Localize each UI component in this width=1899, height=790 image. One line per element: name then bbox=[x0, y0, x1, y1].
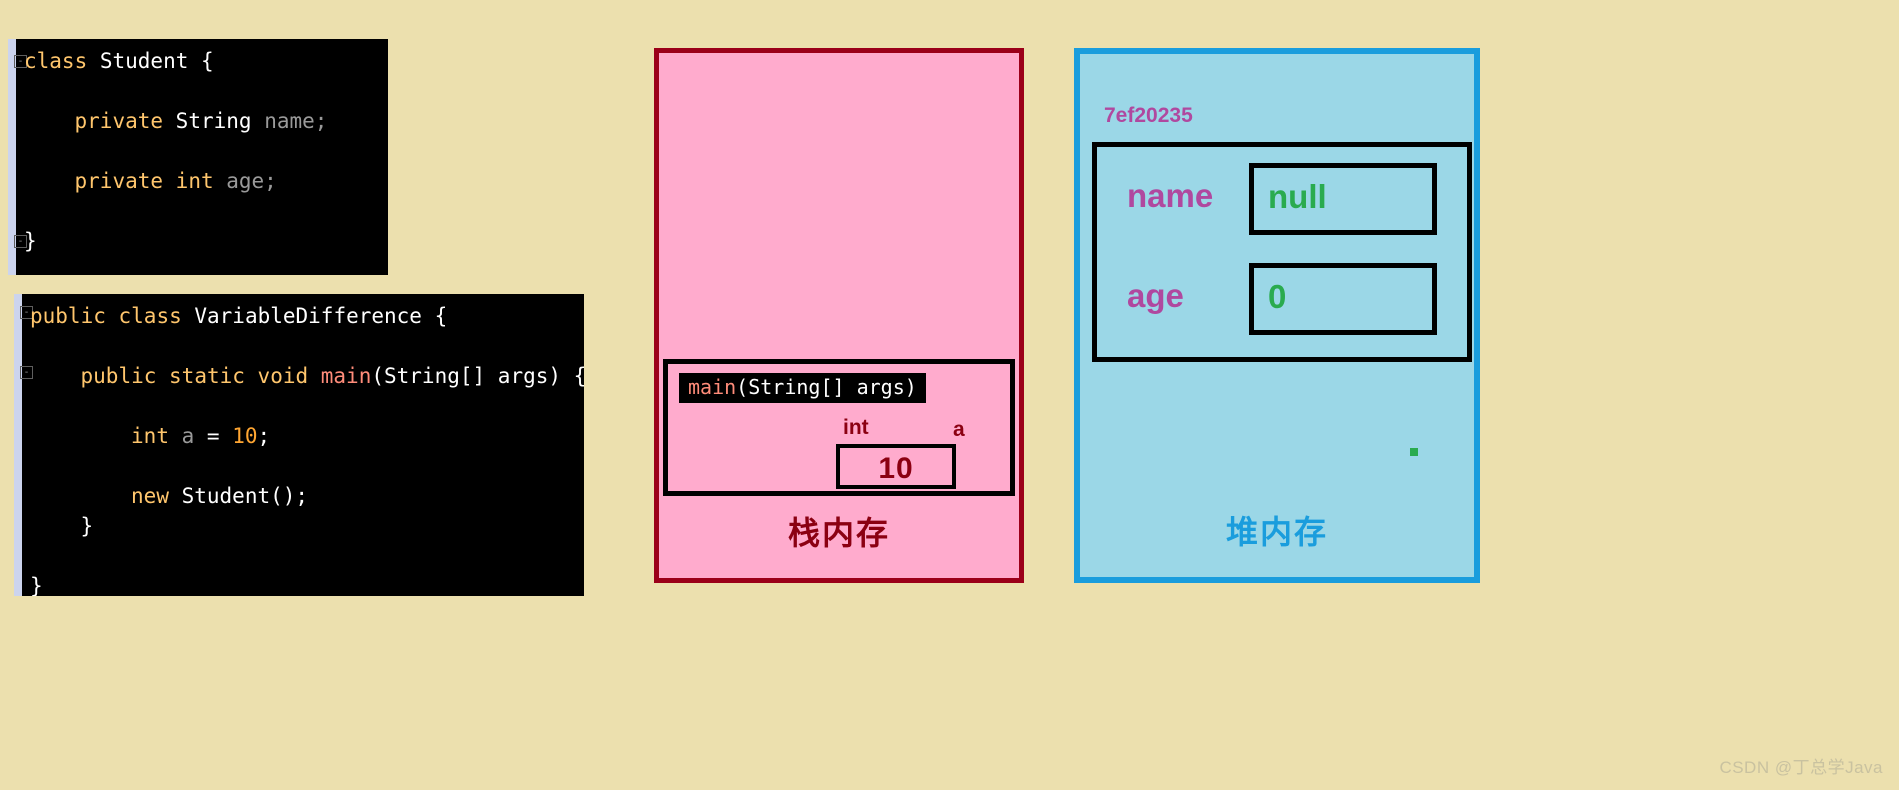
code-token: int bbox=[131, 424, 182, 448]
code-token: args bbox=[856, 375, 905, 399]
heap-field-value-box: 0 bbox=[1249, 263, 1437, 335]
stack-variable-name: a bbox=[953, 418, 965, 441]
code-line: private String name; bbox=[75, 111, 328, 132]
code-token: int bbox=[175, 169, 227, 193]
code-token: age; bbox=[226, 169, 277, 193]
heap-field-row: name null bbox=[1097, 159, 1467, 249]
code-block-student: - - class Student {private String name; p… bbox=[8, 39, 388, 275]
code-line: public class VariableDifference { bbox=[30, 306, 447, 327]
code-token: new bbox=[131, 484, 182, 508]
code-content-student: - - class Student {private String name; p… bbox=[14, 39, 388, 275]
code-token: Student bbox=[99, 49, 202, 73]
code-token: args bbox=[497, 364, 549, 388]
stack-variable-value: 10 bbox=[878, 452, 914, 485]
code-token: name; bbox=[264, 109, 328, 133]
code-line: } bbox=[30, 574, 43, 597]
code-token: ; bbox=[257, 424, 271, 448]
stack-frame-title: main(String[] args) bbox=[679, 373, 926, 403]
code-token: [] bbox=[459, 364, 498, 388]
code-line: public static void main(String[] args) { bbox=[81, 366, 584, 387]
code-token: ) { bbox=[548, 364, 584, 388]
code-fold-arrow-icon[interactable]: - bbox=[20, 366, 33, 379]
stack-variable-value-box: 10 bbox=[836, 444, 956, 489]
code-token: ( bbox=[371, 364, 384, 388]
stack-variable-type: int bbox=[843, 416, 869, 439]
code-line: new Student(); bbox=[131, 486, 308, 507]
code-token: String bbox=[748, 375, 821, 399]
code-token: VariableDifference bbox=[194, 304, 435, 328]
code-token: class bbox=[24, 49, 100, 73]
code-token: ( bbox=[736, 375, 749, 399]
heap-field-name: age bbox=[1127, 277, 1184, 314]
code-token: Student(); bbox=[181, 484, 309, 508]
code-token: static bbox=[169, 364, 258, 388]
code-token: { bbox=[434, 304, 448, 328]
editor-gutter-strip bbox=[14, 294, 22, 596]
stack-memory-label: 栈内存 bbox=[787, 515, 890, 551]
code-token: private bbox=[74, 169, 176, 193]
code-line: } bbox=[24, 231, 37, 252]
code-token: } bbox=[30, 574, 43, 597]
heap-field-name: name bbox=[1127, 177, 1214, 214]
code-token: String bbox=[175, 109, 265, 133]
stack-frame-main: main(String[] args) int a 10 bbox=[663, 359, 1015, 496]
heap-marker-dot-icon bbox=[1410, 448, 1418, 456]
code-token: } bbox=[80, 514, 94, 538]
code-line: class Student { bbox=[24, 51, 214, 72]
code-token: } bbox=[24, 229, 37, 253]
code-token: public bbox=[80, 364, 170, 388]
watermark: CSDN @丁总学Java bbox=[1719, 758, 1883, 777]
code-token: ) bbox=[904, 375, 917, 399]
code-token: void bbox=[257, 364, 321, 388]
code-token: private bbox=[74, 109, 176, 133]
code-token: { bbox=[201, 49, 214, 73]
code-token: main bbox=[320, 364, 372, 388]
code-line: int a = 10; bbox=[131, 426, 270, 447]
heap-object-student: name null age 0 bbox=[1092, 142, 1472, 362]
heap-field-value-box: null bbox=[1249, 163, 1437, 235]
code-token: main bbox=[688, 375, 737, 399]
code-token: String bbox=[384, 364, 460, 388]
heap-field-value: 0 bbox=[1268, 278, 1287, 315]
code-token: [] bbox=[820, 375, 857, 399]
heap-field-row: age 0 bbox=[1097, 259, 1467, 349]
heap-memory-panel: 7ef20235 name null age 0 堆内存 bbox=[1074, 48, 1480, 583]
code-line: private int age; bbox=[75, 171, 277, 192]
heap-field-value: null bbox=[1268, 178, 1327, 215]
code-token: public bbox=[30, 304, 119, 328]
code-token: a bbox=[181, 424, 207, 448]
heap-memory-label: 堆内存 bbox=[1225, 514, 1328, 550]
code-line: } bbox=[81, 516, 94, 537]
code-token: 10 bbox=[232, 424, 258, 448]
code-token: class bbox=[118, 304, 195, 328]
heap-object-address: 7ef20235 bbox=[1104, 104, 1193, 127]
code-block-variable-difference: - - public class VariableDifference {pub… bbox=[14, 294, 584, 596]
stack-memory-panel: main(String[] args) int a 10 栈内存 bbox=[654, 48, 1024, 583]
code-token: = bbox=[206, 424, 233, 448]
code-content-variable-difference: - - public class VariableDifference {pub… bbox=[20, 294, 584, 597]
